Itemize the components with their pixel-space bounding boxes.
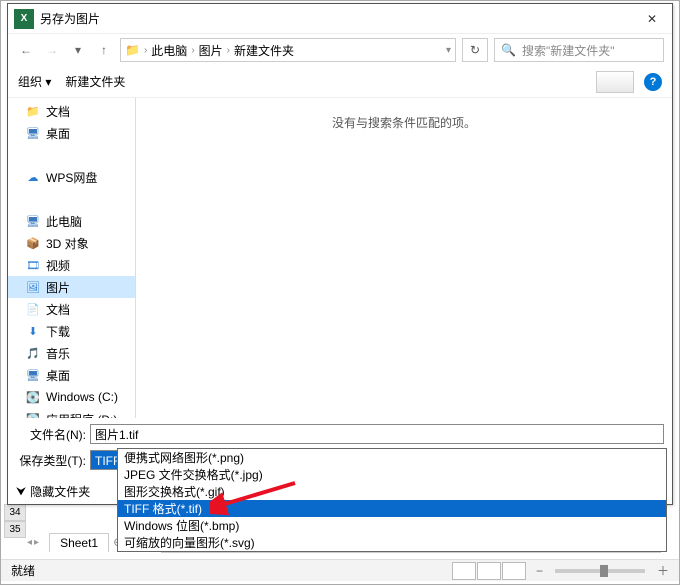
tree-item-label: 文档	[46, 103, 70, 120]
nav-tree: 📁 文档 🖥 桌面 ☁ WPS网盘 🖥 此电脑 📦 3D 对象 🎞 视频 🖼 图片 📄 文档 ⬇ 下载 🎵 音乐 🖥 桌面…	[8, 98, 136, 418]
tree-item-label: 视频	[46, 257, 70, 274]
back-button[interactable]: ←	[16, 40, 36, 60]
cube-icon: 📦	[26, 236, 40, 250]
search-placeholder: 搜索"新建文件夹"	[522, 42, 615, 59]
folder-icon: 📁	[26, 104, 40, 118]
close-button[interactable]: ✕	[632, 4, 672, 34]
hide-folders-button[interactable]: ⮟ 隐藏文件夹	[16, 483, 90, 500]
filetype-option-3[interactable]: TIFF 格式(*.tif)	[118, 500, 666, 517]
tree-item-label: 此电脑	[46, 213, 82, 230]
tree-item-9[interactable]: 📄 文档	[8, 298, 135, 320]
excel-app-icon: X	[14, 9, 34, 29]
new-folder-button[interactable]: 新建文件夹	[65, 73, 125, 90]
filetype-option-5[interactable]: 可缩放的向量图形(*.svg)	[118, 534, 666, 551]
up-button[interactable]: ↑	[94, 40, 114, 60]
next-sheet-icon: ▸	[34, 537, 39, 548]
tree-item-4	[8, 188, 135, 210]
mus-icon: 🎵	[26, 346, 40, 360]
crumb-2[interactable]: 新建文件夹	[234, 42, 294, 59]
status-text: 就绪	[11, 562, 35, 579]
view-mode-button[interactable]	[596, 71, 634, 93]
filetype-label: 保存类型(T):	[16, 452, 86, 469]
zoom-plus-icon[interactable]: ＋	[657, 562, 669, 579]
dl-icon: ⬇	[26, 324, 40, 338]
cloud-icon: ☁	[26, 170, 40, 184]
tree-item-label: Windows (C:)	[46, 390, 118, 404]
tree-item-label: 图片	[46, 279, 70, 296]
toolbar: 组织 ▾ 新建文件夹 ?	[8, 66, 672, 98]
tree-item-6[interactable]: 📦 3D 对象	[8, 232, 135, 254]
zoom-minus-icon[interactable]: −	[536, 564, 543, 578]
titlebar: X 另存为图片 ✕	[8, 4, 672, 34]
search-input[interactable]: 🔍 搜索"新建文件夹"	[494, 38, 664, 62]
empty-message: 没有与搜索条件匹配的项。	[332, 114, 476, 131]
view-break-icon[interactable]	[502, 562, 526, 580]
tree-item-label: 应用程序 (D:)	[46, 411, 117, 419]
tree-item-7[interactable]: 🎞 视频	[8, 254, 135, 276]
search-icon: 🔍	[501, 43, 516, 57]
forward-button[interactable]: →	[42, 40, 62, 60]
tree-item-10[interactable]: ⬇ 下载	[8, 320, 135, 342]
filetype-option-4[interactable]: Windows 位图(*.bmp)	[118, 517, 666, 534]
view-normal-icon[interactable]	[452, 562, 476, 580]
file-list-pane: 没有与搜索条件匹配的项。	[136, 98, 672, 418]
nav-bar: ← → ▾ ↑ 📁 › 此电脑 › 图片 › 新建文件夹 ▾ ↻ 🔍 搜索"新建…	[8, 34, 672, 66]
tree-item-label: 桌面	[46, 367, 70, 384]
view-layout-icon[interactable]	[477, 562, 501, 580]
tree-item-label: 桌面	[46, 125, 70, 142]
filetype-option-0[interactable]: 便携式网络图形(*.png)	[118, 449, 666, 466]
crumb-dropdown-icon[interactable]: ▾	[446, 45, 451, 56]
tree-item-label: 下载	[46, 323, 70, 340]
filetype-dropdown[interactable]: 便携式网络图形(*.png)JPEG 文件交换格式(*.jpg)图形交换格式(*…	[117, 448, 667, 552]
tree-item-0[interactable]: 📁 文档	[8, 100, 135, 122]
vid-icon: 🎞	[26, 258, 40, 272]
history-button[interactable]: ▾	[68, 40, 88, 60]
blank-icon	[26, 192, 40, 206]
mon-icon: 🖥	[26, 214, 40, 228]
pic-icon: 🖼	[26, 280, 40, 294]
breadcrumb[interactable]: 📁 › 此电脑 › 图片 › 新建文件夹 ▾	[120, 38, 456, 62]
crumb-1[interactable]: 图片	[199, 42, 223, 59]
disk-icon: 💽	[26, 390, 40, 404]
status-bar: 就绪 − ＋	[1, 559, 679, 581]
prev-sheet-icon: ◂	[27, 537, 32, 548]
tree-item-label: 音乐	[46, 345, 70, 362]
tree-item-label: 文档	[46, 301, 70, 318]
mon-icon: 🖥	[26, 126, 40, 140]
tree-item-label: 3D 对象	[46, 235, 89, 252]
filetype-option-1[interactable]: JPEG 文件交换格式(*.jpg)	[118, 466, 666, 483]
filename-label: 文件名(N):	[16, 426, 86, 443]
tree-item-12[interactable]: 🖥 桌面	[8, 364, 135, 386]
organize-button[interactable]: 组织 ▾	[18, 73, 51, 90]
filetype-option-2[interactable]: 图形交换格式(*.gif)	[118, 483, 666, 500]
doc-icon: 📄	[26, 302, 40, 316]
blank-icon	[26, 148, 40, 162]
tree-item-2	[8, 144, 135, 166]
filename-input[interactable]: 图片1.tif	[90, 424, 664, 444]
refresh-button[interactable]: ↻	[462, 38, 488, 62]
tree-item-1[interactable]: 🖥 桌面	[8, 122, 135, 144]
chevron-icon: ⮟	[16, 484, 26, 499]
dialog-title: 另存为图片	[40, 10, 632, 27]
tree-item-8[interactable]: 🖼 图片	[8, 276, 135, 298]
save-as-dialog: X 另存为图片 ✕ ← → ▾ ↑ 📁 › 此电脑 › 图片 › 新建文件夹 ▾…	[7, 3, 673, 505]
sheet-tab[interactable]: Sheet1	[49, 533, 109, 552]
tree-item-label: WPS网盘	[46, 169, 97, 186]
sheet-nav[interactable]: ◂ ▸	[21, 537, 45, 548]
folder-icon: 📁	[125, 43, 140, 57]
tree-item-11[interactable]: 🎵 音乐	[8, 342, 135, 364]
crumb-0[interactable]: 此电脑	[151, 42, 187, 59]
zoom-slider[interactable]	[555, 569, 645, 573]
mon-icon: 🖥	[26, 368, 40, 382]
tree-item-13[interactable]: 💽 Windows (C:)	[8, 386, 135, 408]
tree-item-14[interactable]: 💽应用程序 (D:)	[8, 408, 135, 418]
help-button[interactable]: ?	[644, 73, 662, 91]
tree-item-5[interactable]: 🖥 此电脑	[8, 210, 135, 232]
tree-item-3[interactable]: ☁ WPS网盘	[8, 166, 135, 188]
